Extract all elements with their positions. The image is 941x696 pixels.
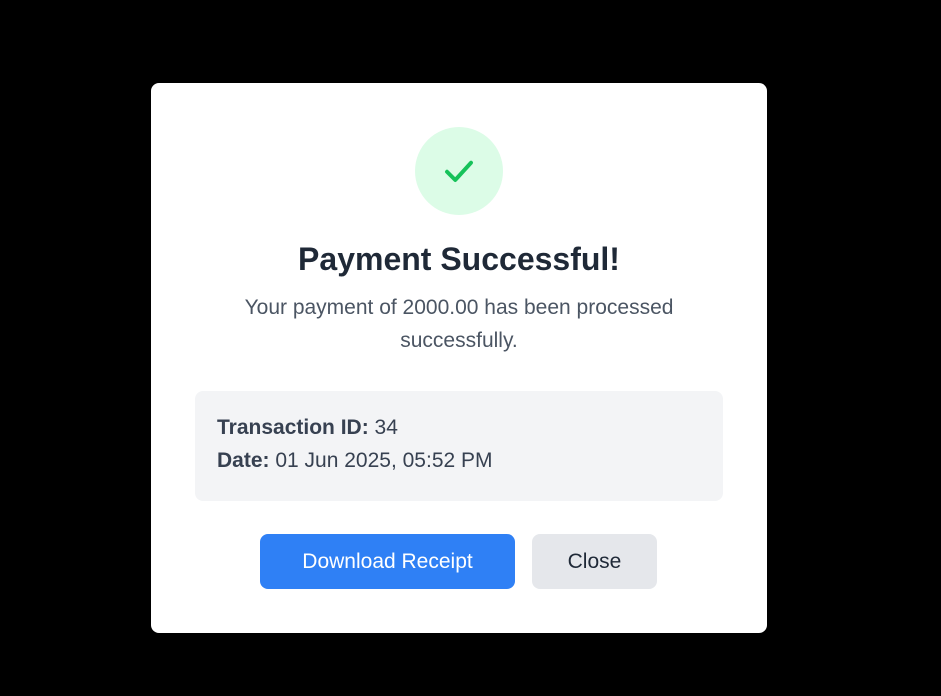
transaction-id-label: Transaction ID:: [217, 416, 369, 439]
dialog-message: Your payment of 2000.00 has been process…: [244, 296, 674, 352]
close-button[interactable]: Close: [532, 534, 657, 589]
download-receipt-button[interactable]: Download Receipt: [260, 534, 515, 589]
check-icon: [445, 160, 473, 182]
dialog-title: Payment Successful!: [298, 241, 620, 277]
success-badge: [415, 127, 503, 215]
date-row: Date: 01 Jun 2025, 05:52 PM: [217, 444, 701, 477]
transaction-id-value: 34: [374, 416, 398, 439]
date-label: Date:: [217, 449, 270, 472]
payment-success-dialog: Payment Successful! Your payment of 2000…: [151, 83, 767, 633]
transaction-id-row: Transaction ID: 34: [217, 411, 701, 444]
transaction-details: Transaction ID: 34 Date: 01 Jun 2025, 05…: [195, 391, 723, 501]
modal-backdrop[interactable]: Payment Successful! Your payment of 2000…: [0, 0, 941, 696]
date-value: 01 Jun 2025, 05:52 PM: [275, 449, 493, 472]
